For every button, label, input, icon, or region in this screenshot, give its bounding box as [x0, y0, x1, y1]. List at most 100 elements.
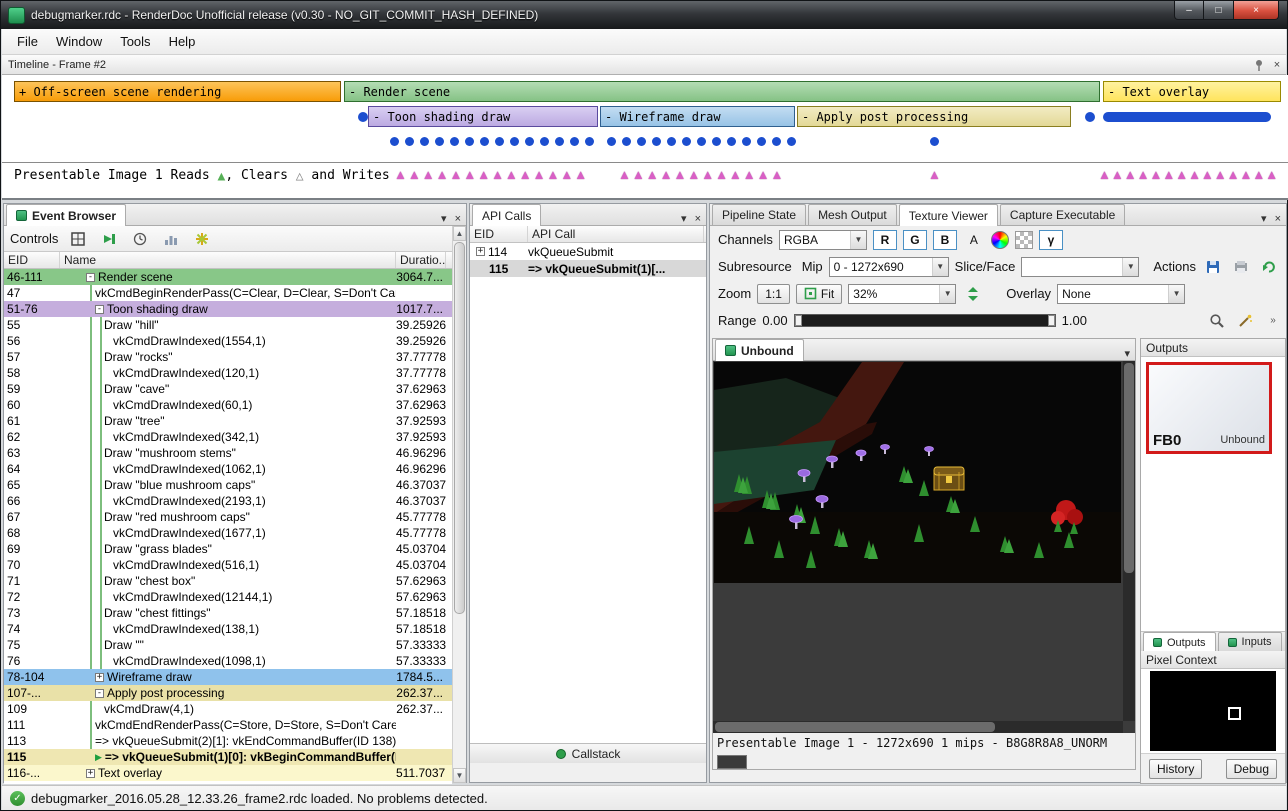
flip-y-icon[interactable]	[962, 284, 984, 304]
event-row[interactable]: 71Draw "chest box"57.62963	[4, 573, 452, 589]
zoom-fit-button[interactable]: Fit	[796, 284, 842, 304]
timeline-bar[interactable]: - Render scene	[344, 81, 1100, 102]
column-header-apicall[interactable]: API Call	[528, 226, 704, 242]
channel-red-button[interactable]: R	[873, 230, 897, 250]
gamma-button[interactable]: γ	[1039, 230, 1063, 250]
scrollbar[interactable]: ▲ ▼	[452, 226, 466, 783]
scroll-up-icon[interactable]: ▲	[453, 226, 466, 241]
event-row[interactable]: 78-104+Wireframe draw1784.5...	[4, 669, 452, 685]
expand-icon[interactable]: +	[86, 769, 95, 778]
texture-viewport[interactable]	[713, 361, 1135, 733]
collapse-icon[interactable]: -	[86, 273, 95, 282]
event-row[interactable]: 59Draw "cave"37.62963	[4, 381, 452, 397]
channel-green-button[interactable]: G	[903, 230, 927, 250]
event-row[interactable]: 46-111-Render scene3064.7...	[4, 269, 452, 285]
event-row[interactable]: 74vkCmdDrawIndexed(138,1)57.18518	[4, 621, 452, 637]
minimize-button[interactable]: –	[1174, 1, 1204, 20]
pixel-context-view[interactable]	[1150, 671, 1276, 751]
event-row[interactable]: 72vkCmdDrawIndexed(12144,1)57.62963	[4, 589, 452, 605]
event-row[interactable]: 56vkCmdDrawIndexed(1554,1)39.25926	[4, 333, 452, 349]
tab-inputs[interactable]: Inputs	[1218, 632, 1282, 651]
scroll-down-icon[interactable]: ▼	[453, 768, 466, 783]
tab-event-browser[interactable]: Event Browser	[6, 204, 126, 226]
pin-icon[interactable]	[1250, 57, 1268, 73]
event-row[interactable]: 58vkCmdDrawIndexed(120,1)37.77778	[4, 365, 452, 381]
toolbar-overflow-icon[interactable]: »	[1262, 311, 1284, 331]
zoom-level-combo[interactable]: 32% ▼	[848, 284, 956, 304]
column-header-eid[interactable]: EID	[4, 252, 60, 268]
open-external-icon[interactable]	[1230, 257, 1252, 277]
event-row[interactable]: 73Draw "chest fittings"57.18518	[4, 605, 452, 621]
tab-texture-viewer[interactable]: Texture Viewer	[899, 204, 998, 226]
timeline-bar[interactable]: - Wireframe draw	[600, 106, 795, 127]
bookmark-icon[interactable]	[191, 229, 213, 249]
event-row[interactable]: 70vkCmdDrawIndexed(516,1)45.03704	[4, 557, 452, 573]
callstack-section[interactable]: Callstack	[470, 743, 706, 763]
menu-tools[interactable]: Tools	[111, 30, 159, 53]
timeline-bar[interactable]: + Off-screen scene rendering	[14, 81, 341, 102]
event-row[interactable]: 75Draw ""57.33333	[4, 637, 452, 653]
event-row[interactable]: 67Draw "red mushroom caps"45.77778	[4, 509, 452, 525]
expand-icon[interactable]: +	[476, 247, 485, 256]
timeline-bar[interactable]: - Apply post processing	[797, 106, 1071, 127]
event-row[interactable]: 60vkCmdDrawIndexed(60,1)37.62963	[4, 397, 452, 413]
range-max-handle[interactable]	[1048, 315, 1055, 326]
texture-vscrollbar[interactable]	[1123, 361, 1135, 721]
chevron-down-icon[interactable]: ▾	[1124, 347, 1130, 360]
event-row[interactable]: 116-...+Text overlay511.7037	[4, 765, 452, 781]
chevron-down-icon[interactable]: ▾	[1261, 212, 1267, 225]
event-row[interactable]: 113=> vkQueueSubmit(2)[1]: vkEndCommandB…	[4, 733, 452, 749]
menu-window[interactable]: Window	[47, 30, 111, 53]
event-row[interactable]: 68vkCmdDrawIndexed(1677,1)45.77778	[4, 525, 452, 541]
event-row[interactable]: 64vkCmdDrawIndexed(1062,1)46.96296	[4, 461, 452, 477]
autofit-range-icon[interactable]	[1206, 311, 1228, 331]
export-icon[interactable]	[67, 229, 89, 249]
api-call-row[interactable]: 115=> vkQueueSubmit(1)[...	[470, 260, 706, 277]
checkerboard-icon[interactable]	[1015, 231, 1033, 249]
event-row[interactable]: 63Draw "mushroom stems"46.96296	[4, 445, 452, 461]
event-row[interactable]: 109vkCmdDraw(4,1)262.37...	[4, 701, 452, 717]
channel-alpha-button[interactable]: A	[963, 230, 985, 250]
timeline-panel[interactable]: Presentable Image 1 Reads ▲, Clears △ an…	[2, 75, 1288, 200]
expand-icon[interactable]: +	[95, 673, 104, 682]
debug-button[interactable]: Debug	[1226, 759, 1277, 779]
event-row[interactable]: 107-...-Apply post processing262.37...	[4, 685, 452, 701]
zoom-1to1-button[interactable]: 1:1	[757, 284, 790, 304]
event-row[interactable]: 61Draw "tree"37.92593	[4, 413, 452, 429]
close-icon[interactable]: ×	[455, 213, 461, 225]
channels-dropdown[interactable]: RGBA ▼	[779, 230, 867, 250]
menu-help[interactable]: Help	[160, 30, 205, 53]
chevron-down-icon[interactable]: ▾	[681, 212, 687, 225]
event-row[interactable]: 51-76-Toon shading draw1017.7...	[4, 301, 452, 317]
event-row[interactable]: 57Draw "rocks"37.77778	[4, 349, 452, 365]
close-icon[interactable]: ×	[1268, 57, 1286, 73]
event-row[interactable]: 62vkCmdDrawIndexed(342,1)37.92593	[4, 429, 452, 445]
collapse-icon[interactable]: -	[95, 689, 104, 698]
output-thumbnail-fb0[interactable]: FB0 Unbound	[1146, 362, 1272, 454]
event-row[interactable]: 66vkCmdDrawIndexed(2193,1)46.37037	[4, 493, 452, 509]
texture-image[interactable]	[714, 362, 1121, 583]
sliceface-dropdown[interactable]: ▼	[1021, 257, 1139, 277]
timeline-bar[interactable]: - Text overlay	[1103, 81, 1281, 102]
close-icon[interactable]: ×	[1275, 213, 1281, 225]
channel-blue-button[interactable]: B	[933, 230, 957, 250]
mip-dropdown[interactable]: 0 - 1272x690 ▼	[829, 257, 949, 277]
event-row[interactable]: 69Draw "grass blades"45.03704	[4, 541, 452, 557]
statistics-icon[interactable]	[160, 229, 182, 249]
close-button[interactable]: ×	[1233, 1, 1279, 20]
menu-file[interactable]: File	[8, 30, 47, 53]
range-slider[interactable]	[794, 314, 1056, 327]
range-min-handle[interactable]	[795, 315, 802, 326]
title-bar[interactable]: debugmarker.rdc - RenderDoc Unofficial r…	[1, 1, 1287, 29]
time-durations-icon[interactable]	[129, 229, 151, 249]
tab-capture-executable[interactable]: Capture Executable	[1000, 204, 1125, 225]
column-header-name[interactable]: Name	[60, 252, 396, 268]
event-row[interactable]: 47vkCmdBeginRenderPass(C=Clear, D=Clear,…	[4, 285, 452, 301]
collapse-icon[interactable]: -	[95, 305, 104, 314]
save-icon[interactable]	[1202, 257, 1224, 277]
tab-pipeline-state[interactable]: Pipeline State	[712, 204, 806, 225]
wand-icon[interactable]	[1234, 311, 1256, 331]
tab-outputs[interactable]: Outputs	[1143, 632, 1216, 652]
column-header-duratio[interactable]: Duratio...	[396, 252, 446, 268]
maximize-button[interactable]: □	[1204, 1, 1233, 20]
